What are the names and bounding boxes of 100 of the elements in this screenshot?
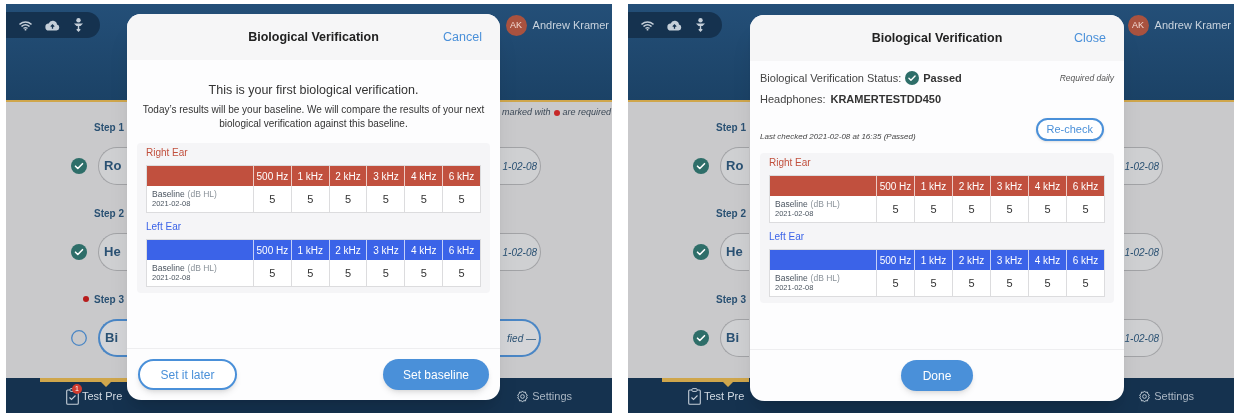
step-label: Step 3 [716,292,746,307]
step-button[interactable]: Ro [98,147,127,185]
column-header: 1 kHz [914,176,952,196]
column-header: 3 kHz [366,240,405,260]
avatar: AK [505,15,527,36]
column-header: 1 kHz [290,166,329,186]
column-header: 500 Hz [253,166,291,186]
table-cell: 5 [404,260,443,286]
unit-label: (dB HL) [810,199,840,209]
nav-tab[interactable]: Settings [516,388,572,405]
ear-label: Right Ear [769,156,812,170]
last-checked-text: Last checked 2021-02-08 at 16:35 (Passed) [760,131,916,143]
nav-tab[interactable]: Settings [1138,388,1194,405]
settings-icon [516,390,530,403]
status-label: Biological Verification Status: [760,70,902,86]
status-value: Passed [923,70,962,86]
table-cell: 5 [328,260,367,286]
cloud-upload-icon [45,19,60,31]
dialog-title: Biological Verification [248,28,379,46]
ear-label: Right Ear [146,146,189,160]
dialog-message: Today’s results will be your baseline. We will compare the results of your next biological verification against this baseline. [141,103,486,131]
table-cell: 5 [1066,196,1104,222]
table-cell: 5 [876,270,914,296]
dialog-button[interactable]: Set baseline [382,359,489,390]
clipboard-icon [688,388,701,405]
headphones-value: KRAMERTESTDD450 [830,91,942,107]
step-label: Step 3 [94,292,124,307]
required-note: marked with [502,106,551,120]
column-header: 6 kHz [1066,250,1104,270]
table-cell: 5 [1066,270,1104,296]
dialog-button[interactable]: Set it later [138,359,237,390]
headphones-label: Headphones: [760,91,826,107]
row-label: Baseline [152,263,185,273]
step-button[interactable]: He [720,233,749,271]
ear-label: Left Ear [769,230,806,244]
column-header: 500 Hz [876,176,914,196]
step-date: 1-02-08 [1122,147,1163,185]
step-button[interactable]: He [98,233,127,271]
row-label: Baseline [775,273,808,283]
step-date: fied — [500,319,541,357]
row-label: Baseline [775,199,808,209]
step-date: 1-02-08 [500,233,541,271]
settings-icon [1138,390,1152,403]
step-date: 1-02-08 [1122,319,1163,357]
step-label: Step 1 [94,120,124,135]
ear-label: Left Ear [146,220,183,234]
table-cell: 5 [1028,196,1066,222]
column-header: 4 kHz [1028,176,1066,196]
table-cell: 5 [366,260,405,286]
column-header: 4 kHz [404,240,443,260]
step-label: Step 2 [716,206,746,221]
avatar: AK [1127,15,1149,36]
table-cell: 5 [914,270,952,296]
wifi-icon [19,19,32,31]
column-header: 6 kHz [442,240,480,260]
nav-tab[interactable]: Test Pre [688,388,745,405]
person-icon [695,18,706,32]
column-header: 2 kHz [952,176,990,196]
row-label: Baseline [152,189,185,199]
user-name: Andrew Kramer [532,18,609,34]
step-button[interactable]: Bi [720,319,749,357]
wifi-icon [641,19,654,31]
table-cell: 5 [290,260,329,286]
table-cell: 5 [914,196,952,222]
step-label: Step 2 [94,206,124,221]
table-cell: 5 [328,186,367,212]
table-cell: 5 [253,260,291,286]
user-name: Andrew Kramer [1154,18,1231,34]
table-cell: 5 [442,186,480,212]
requirement-note: Required daily [1059,71,1114,85]
column-header: 500 Hz [253,240,291,260]
cloud-upload-icon [667,19,682,31]
recheck-button[interactable]: Re-check [1035,118,1104,141]
unit-label: (dB HL) [810,273,840,283]
dialog-heading: This is your first biological verification. [207,82,420,99]
step-button[interactable]: Bi [98,319,127,357]
table-cell: 5 [990,196,1028,222]
unit-label: (dB HL) [187,263,217,273]
dialog-action-link[interactable]: Cancel [443,27,482,47]
person-icon [73,18,84,32]
required-note: are required [562,106,612,120]
column-header: 3 kHz [990,176,1028,196]
table-cell: 5 [1028,270,1066,296]
column-header: 3 kHz [366,166,405,186]
column-header: 500 Hz [876,250,914,270]
table-cell: 5 [253,186,291,212]
table-cell: 5 [442,260,480,286]
column-header: 2 kHz [328,240,367,260]
unit-label: (dB HL) [187,189,217,199]
column-header: 2 kHz [328,166,367,186]
dialog-title: Biological Verification [871,29,1003,47]
table-cell: 5 [952,196,990,222]
table-cell: 5 [990,270,1028,296]
column-header: 2 kHz [952,250,990,270]
dialog-action-link[interactable]: Close [1074,28,1106,48]
step-button[interactable]: Ro [720,147,749,185]
table-cell: 5 [876,196,914,222]
column-header: 6 kHz [1066,176,1104,196]
dialog-button[interactable]: Done [901,360,973,391]
step-label: Step 1 [716,120,746,135]
